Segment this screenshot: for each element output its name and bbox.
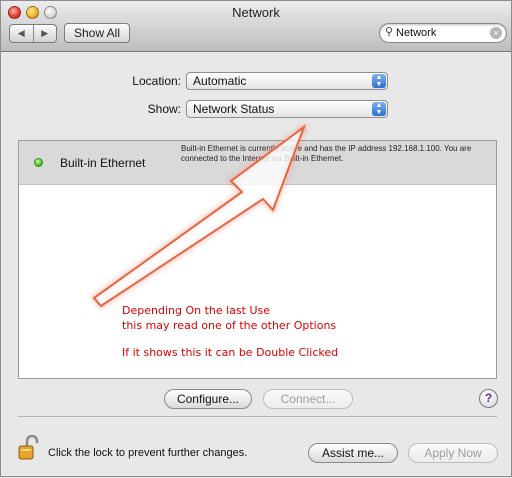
lock-icon[interactable]	[18, 434, 40, 460]
apply-now-button[interactable]: Apply Now	[408, 443, 498, 463]
annotation-text: Depending On the last Use this may read …	[122, 303, 338, 360]
connect-button[interactable]: Connect...	[263, 389, 353, 409]
annotation-line-2: this may read one of the other Options	[122, 319, 337, 332]
divider	[18, 416, 497, 417]
annotation-line-3: If it shows this it can be Double Clicke…	[122, 346, 339, 359]
annotation-line-1: Depending On the last Use	[122, 304, 271, 317]
assist-me-button[interactable]: Assist me...	[308, 443, 398, 463]
annotation-arrow-icon	[92, 124, 307, 308]
lock-message: Click the lock to prevent further change…	[48, 447, 248, 459]
network-preferences-window: Network ◀ ▶ Show All ⚲ × Location: Autom…	[0, 0, 512, 477]
help-button[interactable]: ?	[479, 389, 498, 408]
configure-button[interactable]: Configure...	[164, 389, 252, 409]
